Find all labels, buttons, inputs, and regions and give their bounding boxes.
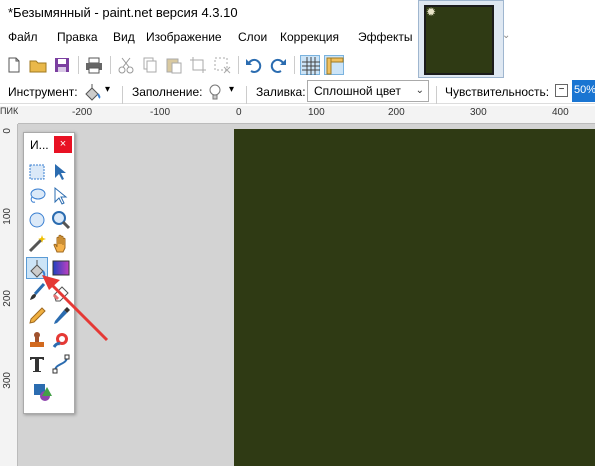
image-canvas[interactable] <box>234 129 595 466</box>
ruler-tick-label: 300 <box>2 372 13 389</box>
rectangle-select-icon[interactable] <box>26 161 48 183</box>
zoom-icon[interactable] <box>50 209 72 231</box>
image-thumbnail-strip: ✹ <box>418 0 504 78</box>
ruler-top: -200 -100 0 100 200 300 400 <box>18 106 595 124</box>
flood-label: Заливка: <box>256 85 306 99</box>
flood-mode-value: Сплошной цвет <box>314 84 401 98</box>
toolbar-separator <box>110 56 111 74</box>
menu-image[interactable]: Изображение <box>146 30 222 44</box>
redo-icon[interactable] <box>268 55 288 75</box>
ruler-tick-label: -200 <box>72 107 93 118</box>
image-thumbnail[interactable]: ✹ <box>424 5 494 75</box>
lasso-select-icon[interactable] <box>26 185 48 207</box>
eraser-icon[interactable] <box>50 281 72 303</box>
window-title: *Безымянный - paint.net версия 4.3.10 <box>8 5 238 20</box>
toolbar-separator <box>78 56 79 74</box>
chevron-down-icon: ⌄ <box>415 85 424 96</box>
title-bar: *Безымянный - paint.net версия 4.3.10 <box>0 0 595 26</box>
clone-stamp-icon[interactable] <box>26 329 48 351</box>
paint-bucket-icon[interactable] <box>26 257 48 279</box>
fill-label: Заполнение: <box>132 85 203 99</box>
gear-icon: ✹ <box>425 5 437 19</box>
menu-file[interactable]: Файл <box>8 30 38 44</box>
menu-layers[interactable]: Слои <box>238 30 267 44</box>
menu-bar: Файл Правка Вид Изображение Слои Коррекц… <box>0 26 420 48</box>
paste-icon[interactable] <box>164 55 184 75</box>
open-icon[interactable] <box>28 55 48 75</box>
ruler-tick-label: 100 <box>2 208 13 225</box>
toolbar-separator <box>238 56 239 74</box>
crop-icon[interactable] <box>188 55 208 75</box>
ruler-tick-label: 400 <box>552 107 569 118</box>
toolbar-separator <box>294 56 295 74</box>
tools-window: И... × <box>23 132 75 414</box>
chevron-down-icon[interactable]: ▾ <box>105 84 110 95</box>
ellipse-select-icon[interactable] <box>26 209 48 231</box>
ruler-corner: ПИК <box>0 106 18 124</box>
ruler-left: 0 100 200 300 <box>0 124 18 466</box>
gradient-icon[interactable] <box>50 257 72 279</box>
ruler-tick-label: 300 <box>470 107 487 118</box>
print-icon[interactable] <box>84 55 104 75</box>
chevron-down-icon[interactable]: ▾ <box>229 84 234 95</box>
shapes-icon[interactable] <box>32 381 54 403</box>
grid-icon[interactable] <box>300 55 320 75</box>
tools-window-title: И... <box>30 138 49 152</box>
save-icon[interactable] <box>52 55 72 75</box>
menu-edit[interactable]: Правка <box>57 30 98 44</box>
pan-icon[interactable] <box>50 233 72 255</box>
color-picker-icon[interactable] <box>50 305 72 327</box>
magic-wand-icon[interactable] <box>26 233 48 255</box>
cut-icon[interactable] <box>116 55 136 75</box>
ruler-tick-label: 0 <box>236 107 242 118</box>
main-toolbar <box>0 50 420 80</box>
ruler-tick-label: 200 <box>2 290 13 307</box>
move-selected-icon[interactable] <box>50 185 72 207</box>
toolbar-separator <box>122 86 123 104</box>
ruler-tick-label: 200 <box>388 107 405 118</box>
flood-mode-select[interactable]: Сплошной цвет ⌄ <box>307 80 429 102</box>
menu-view[interactable]: Вид <box>113 30 135 44</box>
line-curve-icon[interactable] <box>50 353 72 375</box>
menu-adjustments[interactable]: Коррекция <box>280 30 339 44</box>
paint-bucket-icon[interactable] <box>82 82 102 102</box>
undo-icon[interactable] <box>244 55 264 75</box>
lightbulb-icon[interactable] <box>205 82 225 102</box>
chevron-down-icon[interactable]: ⌄ <box>502 30 510 41</box>
rulers-icon[interactable] <box>324 55 344 75</box>
pencil-icon[interactable] <box>26 305 48 327</box>
ruler-tick-label: 100 <box>308 107 325 118</box>
toolbar-separator <box>436 86 437 104</box>
menu-effects[interactable]: Эффекты <box>358 30 413 44</box>
move-selection-icon[interactable] <box>50 161 72 183</box>
toolbar-separator <box>246 86 247 104</box>
ruler-tick-label: 0 <box>2 128 13 134</box>
paintbrush-icon[interactable] <box>26 281 48 303</box>
ruler-tick-label: -100 <box>150 107 171 118</box>
workspace[interactable] <box>18 124 595 466</box>
close-button[interactable]: × <box>54 136 72 153</box>
copy-icon[interactable] <box>140 55 160 75</box>
new-icon[interactable] <box>4 55 24 75</box>
sensitivity-value[interactable]: 50% <box>572 80 595 102</box>
sensitivity-decrease-button[interactable]: − <box>555 84 568 97</box>
recolor-icon[interactable] <box>50 329 72 351</box>
text-icon[interactable] <box>26 353 48 375</box>
sensitivity-label: Чувствительность: <box>445 85 550 99</box>
tool-label: Инструмент: <box>8 85 78 99</box>
deselect-icon[interactable] <box>212 55 232 75</box>
